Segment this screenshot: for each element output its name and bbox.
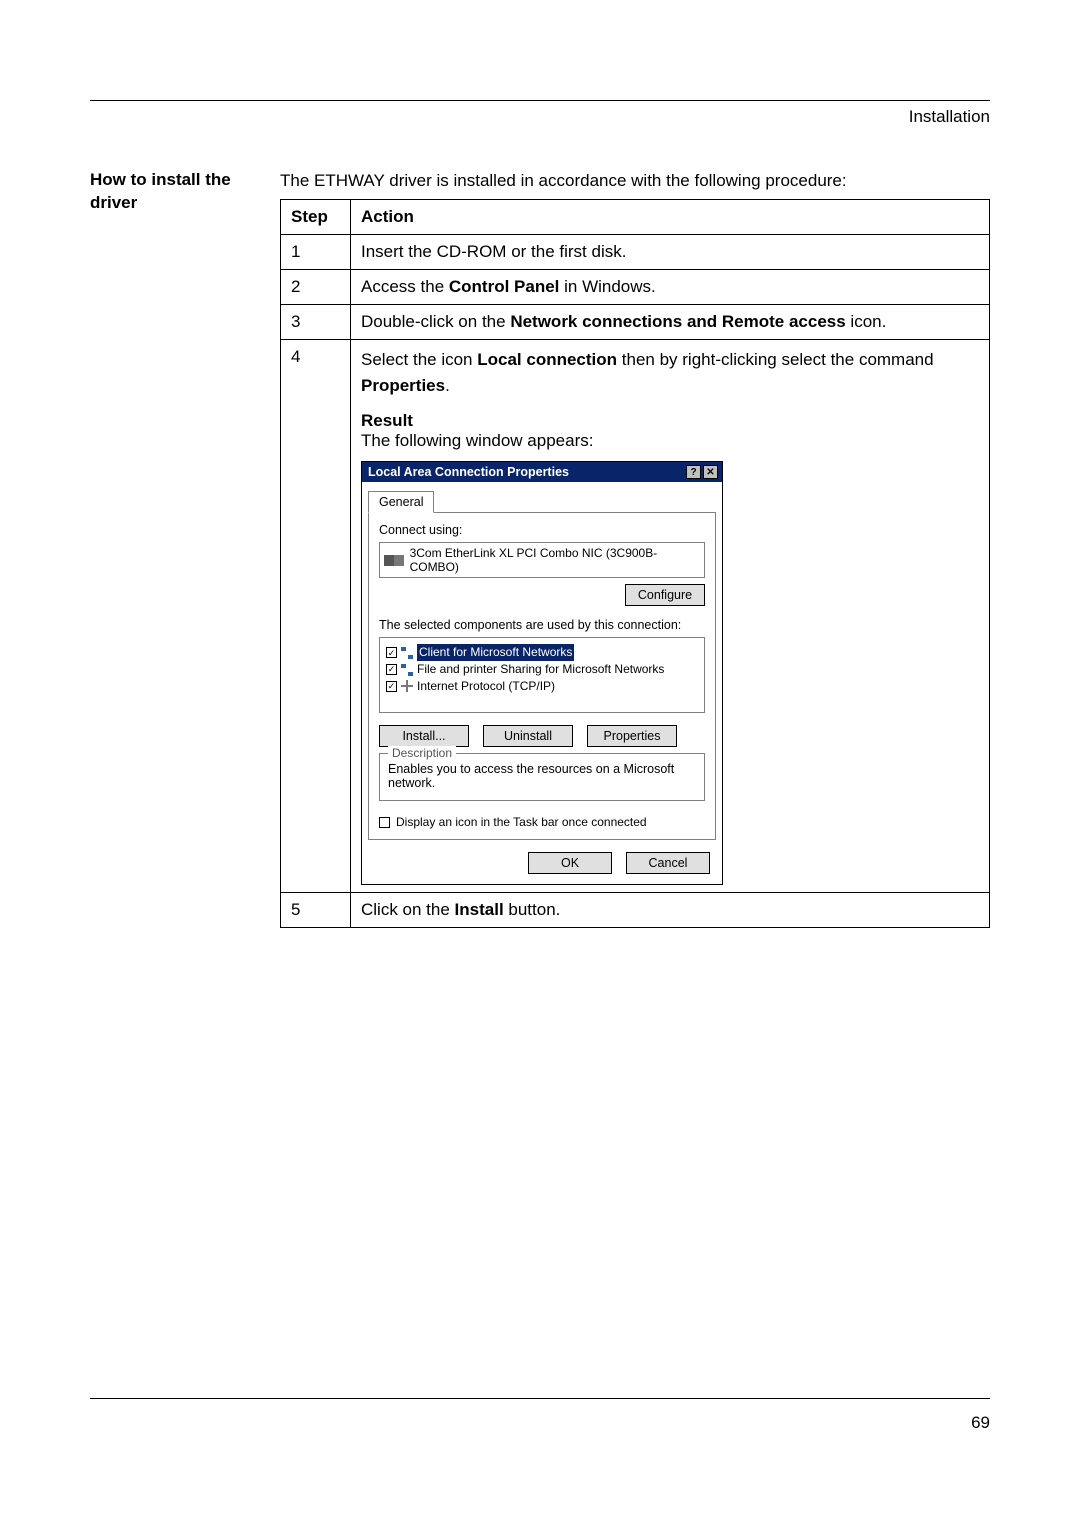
checkbox-checked-icon[interactable]: ✓ — [386, 664, 397, 675]
protocol-icon — [401, 680, 413, 692]
item-label: File and printer Sharing for Microsoft N… — [417, 661, 664, 678]
text: in Windows. — [559, 277, 655, 296]
step-action: Select the icon Local connection then by… — [351, 339, 990, 893]
bold-text: Network connections and Remote access — [510, 312, 845, 331]
description-text: Enables you to access the resources on a… — [388, 762, 696, 790]
taskbar-checkbox-row[interactable]: Display an icon in the Task bar once con… — [379, 815, 705, 829]
checkbox-unchecked-icon[interactable] — [379, 817, 390, 828]
step-num: 4 — [281, 339, 351, 893]
properties-button[interactable]: Properties — [587, 725, 677, 747]
bold-text: Local connection — [477, 350, 617, 369]
bold-text: Control Panel — [449, 277, 560, 296]
list-item[interactable]: ✓ File and printer Sharing for Microsoft… — [386, 661, 698, 678]
intro-text: The ETHWAY driver is installed in accord… — [280, 169, 990, 193]
connect-using-label: Connect using: — [379, 523, 705, 537]
install-button[interactable]: Install... — [379, 725, 469, 747]
table-row: 5 Click on the Install button. — [281, 893, 990, 928]
network-card-icon — [384, 555, 404, 566]
tab-panel: Connect using: 3Com EtherLink XL PCI Com… — [368, 512, 716, 840]
text: . — [445, 376, 450, 395]
description-group: Description Enables you to access the re… — [379, 753, 705, 801]
step-num: 2 — [281, 269, 351, 304]
side-heading: How to install the driver — [90, 169, 260, 928]
text: Click on the — [361, 900, 455, 919]
service-icon — [401, 664, 413, 676]
table-row: 3 Double-click on the Network connection… — [281, 304, 990, 339]
list-item[interactable]: ✓ Client for Microsoft Networks — [386, 644, 698, 661]
cancel-button[interactable]: Cancel — [626, 852, 710, 874]
text: Select the icon — [361, 350, 477, 369]
result-label: Result — [361, 411, 979, 431]
checkbox-checked-icon[interactable]: ✓ — [386, 647, 397, 658]
item-label: Client for Microsoft Networks — [417, 644, 574, 661]
text: Double-click on the — [361, 312, 510, 331]
components-listbox[interactable]: ✓ Client for Microsoft Networks ✓ — [379, 637, 705, 713]
step-num: 5 — [281, 893, 351, 928]
list-item[interactable]: ✓ Internet Protocol (TCP/IP) — [386, 678, 698, 695]
item-label: Internet Protocol (TCP/IP) — [417, 678, 555, 695]
text: button. — [504, 900, 561, 919]
bottom-rule — [90, 1398, 990, 1399]
dialog-local-area-connection: Local Area Connection Properties ? ✕ Gen… — [361, 461, 723, 885]
th-action: Action — [351, 199, 990, 234]
procedure-table: Step Action 1 Insert the CD-ROM or the f… — [280, 199, 990, 929]
bold-text: Properties — [361, 376, 445, 395]
text: icon. — [846, 312, 887, 331]
bold-text: Install — [455, 900, 504, 919]
table-row: 2 Access the Control Panel in Windows. — [281, 269, 990, 304]
step-num: 1 — [281, 234, 351, 269]
page-number: 69 — [90, 1413, 990, 1433]
dialog-titlebar: Local Area Connection Properties ? ✕ — [362, 462, 722, 482]
tab-general[interactable]: General — [368, 491, 434, 513]
configure-button[interactable]: Configure — [625, 584, 705, 606]
step-action: Insert the CD-ROM or the first disk. — [351, 234, 990, 269]
step-num: 3 — [281, 304, 351, 339]
text: Access the — [361, 277, 449, 296]
ok-button[interactable]: OK — [528, 852, 612, 874]
top-rule — [90, 100, 990, 101]
checkbox-checked-icon[interactable]: ✓ — [386, 681, 397, 692]
description-legend: Description — [388, 746, 456, 760]
header-section: Installation — [90, 107, 990, 127]
close-icon[interactable]: ✕ — [703, 465, 718, 479]
components-label: The selected components are used by this… — [379, 618, 705, 632]
step-action: Access the Control Panel in Windows. — [351, 269, 990, 304]
table-row: 4 Select the icon Local connection then … — [281, 339, 990, 893]
th-step: Step — [281, 199, 351, 234]
step-action: Double-click on the Network connections … — [351, 304, 990, 339]
result-text: The following window appears: — [361, 431, 979, 451]
taskbar-label: Display an icon in the Task bar once con… — [396, 815, 647, 829]
client-icon — [401, 647, 413, 659]
dialog-title: Local Area Connection Properties — [368, 465, 569, 479]
help-icon[interactable]: ? — [686, 465, 701, 479]
step-action: Click on the Install button. — [351, 893, 990, 928]
text: then by right-clicking select the comman… — [617, 350, 934, 369]
adapter-name: 3Com EtherLink XL PCI Combo NIC (3C900B-… — [410, 546, 700, 574]
uninstall-button[interactable]: Uninstall — [483, 725, 573, 747]
adapter-field[interactable]: 3Com EtherLink XL PCI Combo NIC (3C900B-… — [379, 542, 705, 578]
table-row: 1 Insert the CD-ROM or the first disk. — [281, 234, 990, 269]
